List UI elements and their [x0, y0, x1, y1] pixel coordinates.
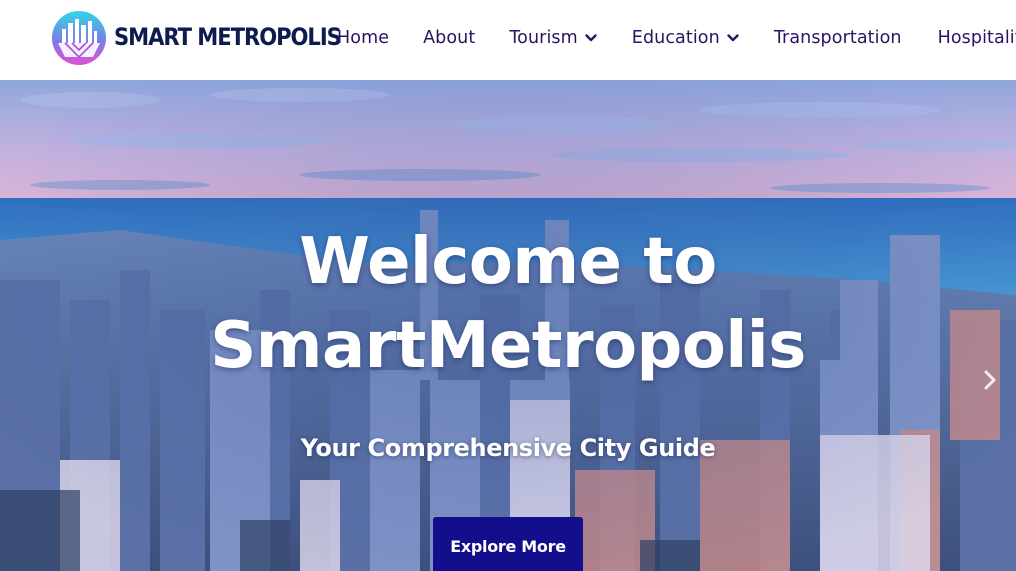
nav-item-home[interactable]: Home [337, 28, 389, 48]
main-nav: Home About Tourism Education Transportat… [337, 28, 1016, 48]
nav-item-label: Education [631, 28, 720, 48]
nav-item-tourism[interactable]: Tourism [509, 28, 597, 48]
nav-item-label: Transportation [773, 28, 902, 48]
hero-title-line2: SmartMetropolis [210, 309, 806, 383]
chevron-down-icon [727, 34, 739, 42]
nav-item-about[interactable]: About [423, 28, 475, 48]
hero-subtitle: Your Comprehensive City Guide [300, 434, 716, 462]
hero-title-line1: Welcome to [299, 225, 717, 299]
nav-item-education[interactable]: Education [632, 28, 740, 48]
explore-more-button[interactable]: Explore More [433, 517, 583, 571]
brand-logo[interactable]: SMART METROPOLIS [50, 9, 342, 67]
chevron-down-icon [585, 34, 597, 42]
nav-item-label: Home [337, 28, 390, 48]
nav-item-transportation[interactable]: Transportation [774, 28, 902, 48]
hero-slider: Welcome to SmartMetropolis Your Comprehe… [0, 80, 1016, 571]
site-header: SMART METROPOLIS Home About Tourism Educ… [0, 0, 1016, 80]
nav-item-label: About [423, 28, 476, 48]
brand-name: SMART METROPOLIS [114, 23, 342, 51]
hero-title: Welcome to SmartMetropolis [0, 220, 1016, 388]
nav-item-hospitality[interactable]: Hospitalit [938, 28, 1016, 48]
chevron-right-icon[interactable] [978, 368, 1002, 392]
city-skyline-logo-icon [52, 11, 106, 65]
nav-item-label: Hospitalit [937, 28, 1016, 48]
nav-item-label: Tourism [509, 28, 578, 48]
